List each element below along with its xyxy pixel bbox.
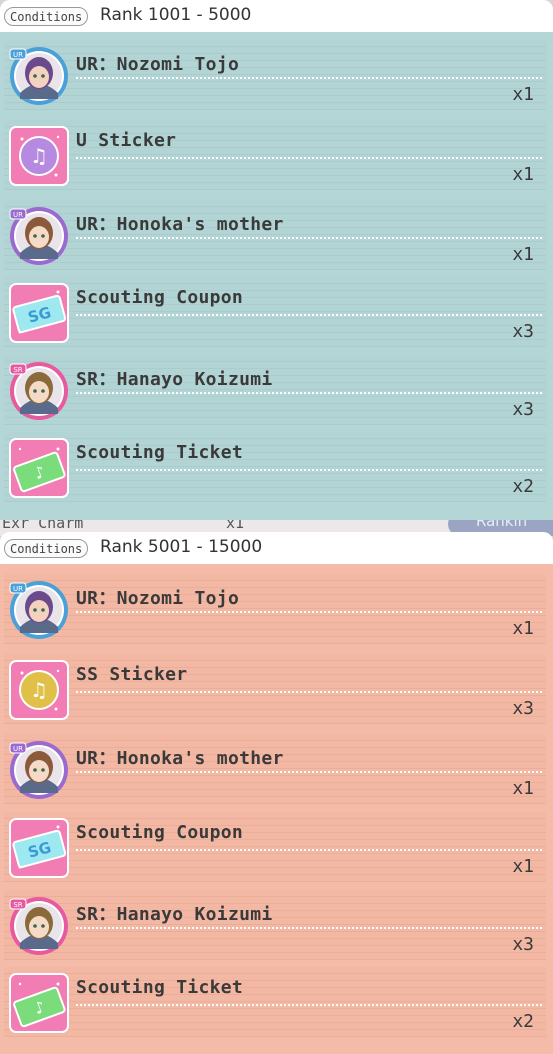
reward-name: UR：Nozomi Tojo (76, 588, 240, 609)
hanayo-card-icon: SR (8, 895, 70, 957)
reward-name: Scouting Coupon (76, 287, 244, 308)
panel-header: Conditions Rank 1001 - 5000 (0, 0, 553, 32)
dotted-divider (76, 691, 542, 693)
reward-row: SG Scouting Coupon x3 (4, 277, 546, 347)
honoka-mother-card-icon: UR (8, 205, 70, 267)
nozomi-card-icon: UR (8, 579, 70, 641)
rank-range-label: Rank 1001 - 5000 (100, 5, 252, 25)
dotted-divider (76, 237, 542, 239)
reward-quantity: x1 (512, 856, 534, 877)
dotted-divider (76, 849, 542, 851)
reward-name: Scouting Ticket (76, 977, 244, 998)
dotted-divider (76, 771, 542, 773)
reward-row: UR UR：Nozomi Tojo x1 (4, 40, 546, 110)
reward-quantity: x3 (512, 698, 534, 719)
reward-name: Scouting Coupon (76, 822, 244, 843)
scouting-ticket-icon: ♪ (8, 437, 70, 499)
reward-row: ♪ Scouting Ticket x2 (4, 432, 546, 502)
conditions-badge: Conditions (4, 539, 89, 558)
scouting-coupon-icon: SG (8, 282, 70, 344)
reward-row: UR UR：Nozomi Tojo x1 (4, 574, 546, 644)
reward-quantity: x3 (512, 934, 534, 955)
reward-name: UR：Nozomi Tojo (76, 54, 240, 75)
reward-row: SR SR：Hanayo Koizumi x3 (4, 890, 546, 960)
u-sticker-icon: ♫ (8, 125, 70, 187)
reward-name: U Sticker (76, 130, 177, 151)
svg-text:UR: UR (13, 51, 23, 59)
reward-row: UR UR：Honoka's mother x1 (4, 734, 546, 804)
dotted-divider (76, 314, 542, 316)
reward-quantity: x1 (512, 84, 534, 105)
reward-quantity: x1 (512, 618, 534, 639)
scouting-ticket-icon: ♪ (8, 972, 70, 1034)
dotted-divider (76, 611, 542, 613)
dotted-divider (76, 927, 542, 929)
ss-sticker-icon: ♫ (8, 659, 70, 721)
reward-name: SR：Hanayo Koizumi (76, 369, 273, 390)
reward-quantity: x1 (512, 778, 534, 799)
reward-name: SS Sticker (76, 664, 188, 685)
reward-row: ♫ U Sticker x1 (4, 120, 546, 190)
reward-list: UR UR：Nozomi Tojo x1 ♫ SS Sticker x3 UR UR：Hono… (0, 564, 553, 1054)
reward-panel-rank-1001-5000: Conditions Rank 1001 - 5000 UR UR：Nozomi … (0, 0, 553, 520)
reward-name: SR：Hanayo Koizumi (76, 904, 273, 925)
svg-text:♫: ♫ (30, 144, 48, 168)
dotted-divider (76, 469, 542, 471)
reward-row: SG Scouting Coupon x1 (4, 812, 546, 882)
reward-quantity: x3 (512, 321, 534, 342)
panel-header: Conditions Rank 5001 - 15000 (0, 532, 553, 564)
svg-text:UR: UR (13, 585, 23, 593)
reward-list: UR UR：Nozomi Tojo x1 ♫ U Sticker x1 UR UR：Honok… (0, 32, 553, 520)
svg-text:UR: UR (13, 211, 23, 219)
nozomi-card-icon: UR (8, 45, 70, 107)
reward-quantity: x1 (512, 164, 534, 185)
honoka-mother-card-icon: UR (8, 739, 70, 801)
reward-name: UR：Honoka's mother (76, 214, 284, 235)
dotted-divider (76, 392, 542, 394)
reward-quantity: x2 (512, 476, 534, 497)
dotted-divider (76, 77, 542, 79)
reward-quantity: x1 (512, 244, 534, 265)
svg-text:SR: SR (13, 901, 22, 909)
reward-row: ♫ SS Sticker x3 (4, 654, 546, 724)
dotted-divider (76, 1004, 542, 1006)
reward-row: SR SR：Hanayo Koizumi x3 (4, 355, 546, 425)
reward-row: ♪ Scouting Ticket x2 (4, 967, 546, 1037)
dotted-divider (76, 157, 542, 159)
reward-name: Scouting Ticket (76, 442, 244, 463)
reward-quantity: x2 (512, 1011, 534, 1032)
reward-panel-rank-5001-15000: Conditions Rank 5001 - 15000 UR UR：Nozomi… (0, 532, 553, 1054)
conditions-badge: Conditions (4, 7, 89, 26)
rank-range-label: Rank 5001 - 15000 (100, 537, 263, 557)
svg-text:UR: UR (13, 745, 23, 753)
svg-text:♫: ♫ (30, 678, 48, 702)
reward-quantity: x3 (512, 399, 534, 420)
hanayo-card-icon: SR (8, 360, 70, 422)
reward-name: UR：Honoka's mother (76, 748, 284, 769)
scouting-coupon-icon: SG (8, 817, 70, 879)
reward-row: UR UR：Honoka's mother x1 (4, 200, 546, 270)
svg-text:SR: SR (13, 366, 22, 374)
